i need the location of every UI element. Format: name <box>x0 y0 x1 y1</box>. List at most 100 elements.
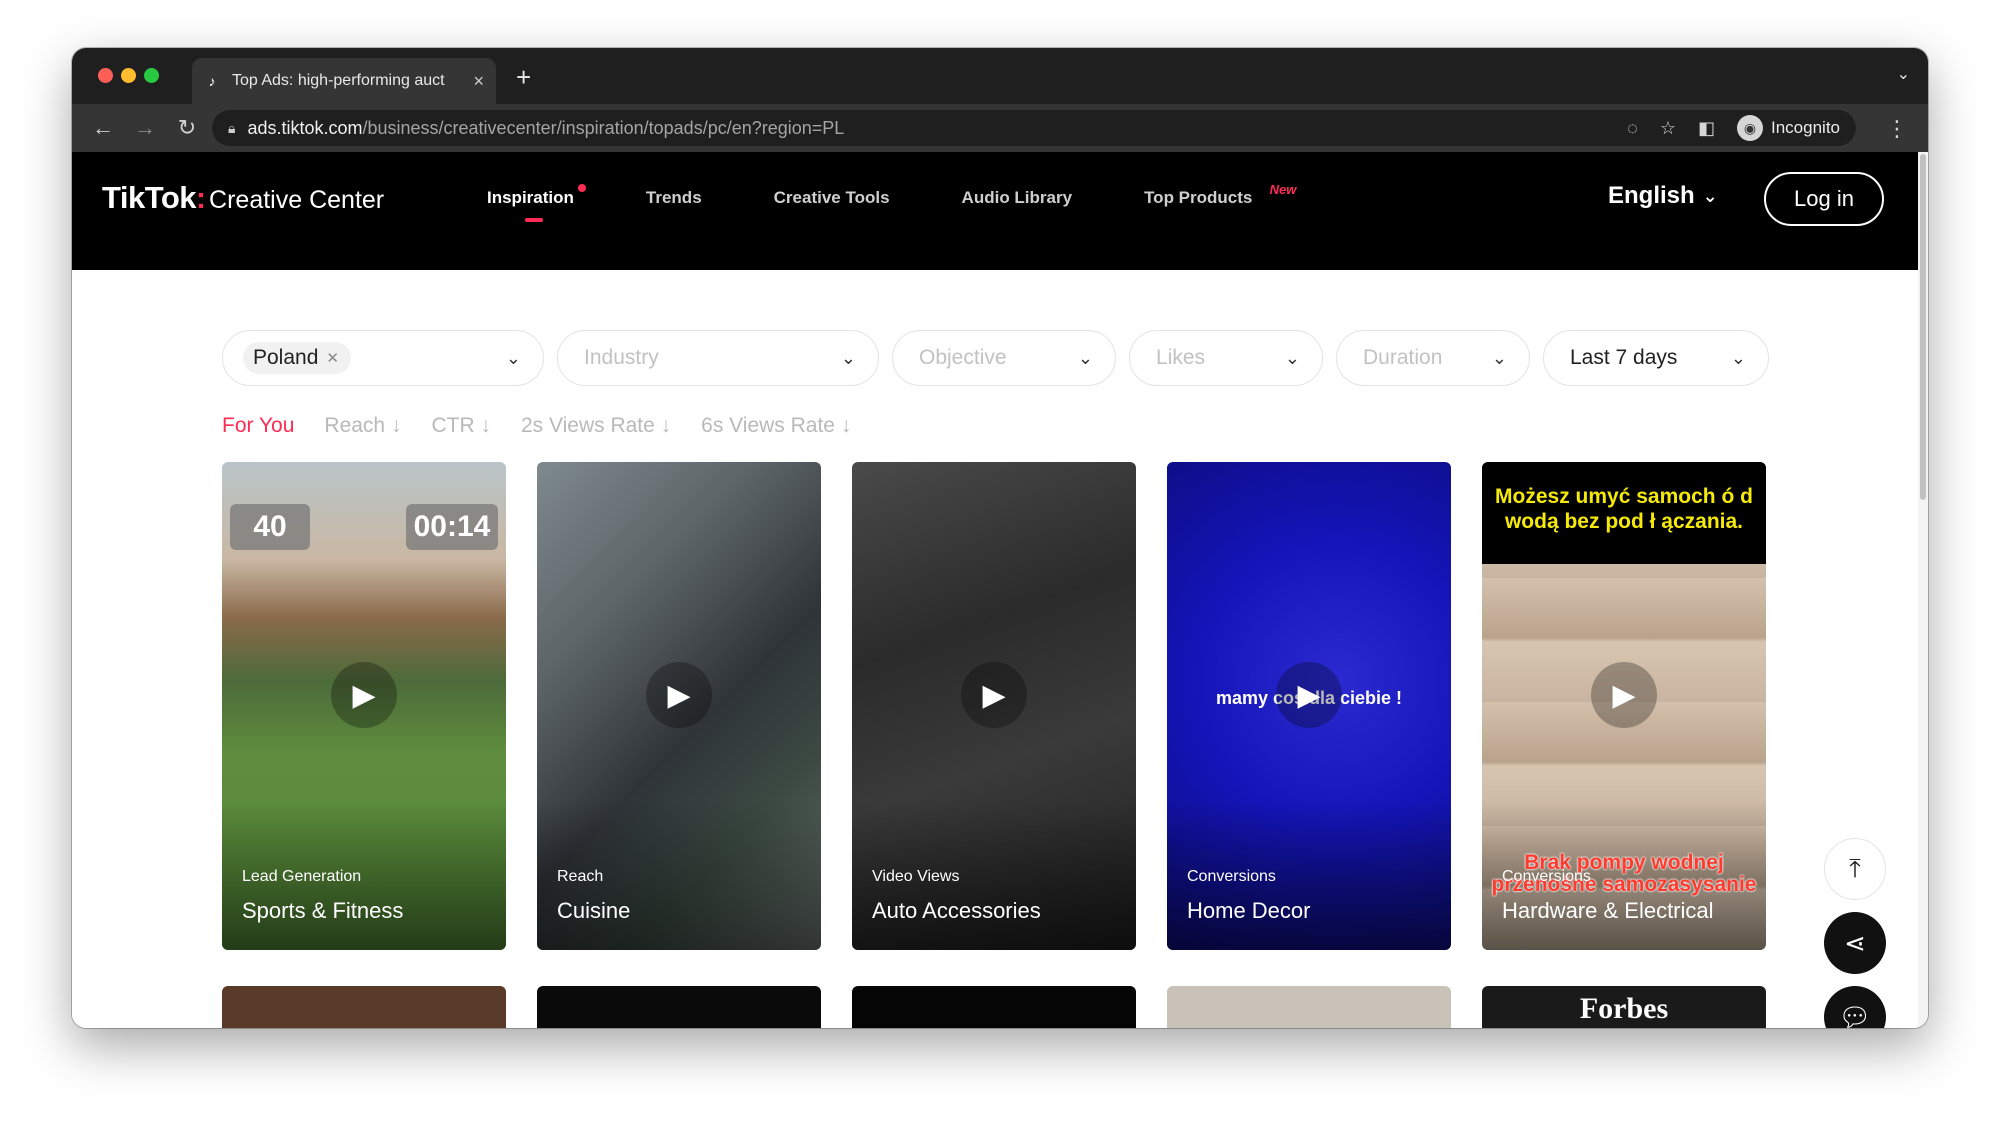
sort-for-you[interactable]: For You <box>222 414 294 438</box>
remove-chip-icon[interactable]: ✕ <box>326 349 339 367</box>
tab-close-icon[interactable]: × <box>473 71 484 92</box>
ad-card-partial[interactable] <box>1167 986 1451 1028</box>
play-icon[interactable]: ▶ <box>1591 662 1657 728</box>
reload-icon[interactable]: ↻ <box>166 115 208 141</box>
country-chip-label: Poland <box>253 346 319 369</box>
bookmark-star-icon[interactable]: ☆ <box>1660 118 1676 139</box>
period-select[interactable]: Last 7 days ⌄ <box>1543 330 1769 386</box>
page-scrollbar[interactable] <box>1918 152 1928 1028</box>
duration-select[interactable]: Duration ⌄ <box>1336 330 1530 386</box>
ad-card[interactable]: ▶ Video Views Auto Accessories <box>852 462 1136 950</box>
nav-top-products-label: Top Products <box>1144 188 1253 207</box>
browser-tab-active[interactable]: ♪ Top Ads: high-performing auct × <box>192 58 496 104</box>
login-button[interactable]: Log in <box>1764 172 1884 226</box>
tiktok-creative-center-logo[interactable]: TikTok: Creative Center <box>102 180 384 216</box>
new-tab-button[interactable]: + <box>516 62 531 93</box>
country-chip: Poland ✕ <box>243 342 351 374</box>
card-objective: Reach <box>557 868 604 885</box>
eye-slash-icon[interactable]: ◌ <box>1627 118 1638 139</box>
chevron-down-icon: ⌄ <box>1491 347 1507 368</box>
sort-2s-views-rate[interactable]: 2s Views Rate ↓ <box>521 414 671 438</box>
sort-reach[interactable]: Reach ↓ <box>324 414 401 438</box>
nav-top-products[interactable]: Top Products New <box>1144 182 1296 208</box>
duration-placeholder: Duration <box>1363 346 1443 369</box>
language-selector[interactable]: English ⌄ <box>1608 182 1718 210</box>
sort-6s-views-rate[interactable]: 6s Views Rate ↓ <box>701 414 851 438</box>
language-label: English <box>1608 182 1695 209</box>
card-objective: Conversions <box>1502 868 1591 885</box>
ad-card[interactable]: ▶ Reach Cuisine <box>537 462 821 950</box>
play-icon[interactable]: ▶ <box>331 662 397 728</box>
nav-trends-label: Trends <box>645 188 702 207</box>
forward-arrow-icon[interactable]: → <box>124 115 166 141</box>
nav-inspiration[interactable]: Inspiration <box>487 184 586 222</box>
card-industry: Auto Accessories <box>872 898 1041 923</box>
ad-card-partial[interactable] <box>537 986 821 1028</box>
ad-card-partial[interactable] <box>852 986 1136 1028</box>
scrollbar-thumb[interactable] <box>1920 154 1926 500</box>
ad-card-partial[interactable] <box>222 986 506 1028</box>
tab-title: Top Ads: high-performing auct <box>232 72 445 89</box>
sort-ctr[interactable]: CTR ↓ <box>431 414 491 438</box>
logo-brand: TikTok <box>102 180 197 215</box>
maximize-window-button[interactable] <box>144 68 159 83</box>
card-industry: Hardware & Electrical <box>1502 898 1714 923</box>
close-window-button[interactable] <box>98 68 113 83</box>
side-panel-icon[interactable]: ◧ <box>1698 118 1715 139</box>
url-path: /business/creativecenter/inspiration/top… <box>362 117 845 138</box>
ad-card[interactable]: Możesz umyć samoch ó d wodą bez pod ł ąc… <box>1482 462 1766 950</box>
forbes-text: Forbes <box>1579 992 1669 1025</box>
lock-icon[interactable]: 🔒︎ <box>228 120 235 137</box>
card-objective: Video Views <box>872 868 960 885</box>
nav-audio-library-label: Audio Library <box>961 188 1073 207</box>
play-icon[interactable]: ▶ <box>961 662 1027 728</box>
ad-card[interactable]: 40 00:14 ▶ Lead Generation Sports & Fitn… <box>222 462 506 950</box>
sort-tabs: For You Reach ↓ CTR ↓ 2s Views Rate ↓ 6s… <box>222 414 851 438</box>
card-industry: Home Decor <box>1187 898 1311 923</box>
video-caption-top: Możesz umyć samoch ó d wodą bez pod ł ąc… <box>1482 462 1766 564</box>
browser-window: ♪ Top Ads: high-performing auct × + ⌄ ← … <box>72 48 1928 1028</box>
tab-search-chevron-icon[interactable]: ⌄ <box>1897 64 1910 84</box>
objective-select[interactable]: Objective ⌄ <box>892 330 1116 386</box>
card-objective: Lead Generation <box>242 868 362 885</box>
nav-trends[interactable]: Trends <box>646 188 702 208</box>
minimize-window-button[interactable] <box>121 68 136 83</box>
ad-card[interactable]: mamy coś dla ciebie ! ▶ Conversions Home… <box>1167 462 1451 950</box>
play-icon[interactable]: ▶ <box>646 662 712 728</box>
address-bar[interactable]: 🔒︎ ads.tiktok.com/business/creativecente… <box>212 110 1856 146</box>
tiktok-favicon-icon: ♪ <box>208 73 216 89</box>
industry-select[interactable]: Industry ⌄ <box>557 330 879 386</box>
country-select[interactable]: Poland ✕ ⌄ <box>222 330 544 386</box>
likes-select[interactable]: Likes ⌄ <box>1129 330 1323 386</box>
url-host: ads.tiktok.com <box>247 117 363 138</box>
new-badge: New <box>1269 182 1297 197</box>
ad-card-grid: 40 00:14 ▶ Lead Generation Sports & Fitn… <box>222 462 1766 950</box>
incognito-profile-button[interactable]: ◉ Incognito <box>1737 115 1840 141</box>
objective-placeholder: Objective <box>919 346 1007 369</box>
scroll-to-top-button[interactable]: ⤒ <box>1824 838 1886 900</box>
chevron-down-icon: ⌄ <box>840 347 856 368</box>
notification-dot <box>577 184 586 192</box>
browser-menu-icon[interactable]: ⋮ <box>1886 116 1908 142</box>
chevron-down-icon: ⌄ <box>1730 347 1746 368</box>
incognito-label: Incognito <box>1771 118 1840 137</box>
nav-creative-tools[interactable]: Creative Tools <box>774 188 890 208</box>
arrow-up-to-line-icon: ⤒ <box>1849 853 1861 883</box>
site-header: TikTok: Creative Center Inspiration Trend… <box>72 152 1918 270</box>
back-arrow-icon[interactable]: ← <box>82 115 124 141</box>
share-icon: ⋖ <box>1844 927 1866 958</box>
chevron-down-icon: ⌄ <box>505 347 521 368</box>
main-nav: Inspiration Trends Creative Tools Audio … <box>487 182 1296 222</box>
nav-inspiration-label: Inspiration <box>487 188 574 207</box>
share-button[interactable]: ⋖ <box>1824 912 1886 974</box>
card-objective: Conversions <box>1187 868 1276 885</box>
filter-bar: Poland ✕ ⌄ Industry ⌄ Objective ⌄ Likes … <box>222 330 1769 386</box>
chevron-down-icon: ⌄ <box>1702 185 1718 206</box>
likes-placeholder: Likes <box>1156 346 1206 369</box>
ad-card-partial[interactable]: Forbes <box>1482 986 1766 1028</box>
chevron-down-icon: ⌄ <box>1284 347 1300 368</box>
feedback-chat-button[interactable]: 💬︎ <box>1824 986 1886 1028</box>
chevron-down-icon: ⌄ <box>1077 347 1093 368</box>
nav-audio-library[interactable]: Audio Library <box>962 188 1073 208</box>
play-icon[interactable]: ▶ <box>1276 662 1342 728</box>
